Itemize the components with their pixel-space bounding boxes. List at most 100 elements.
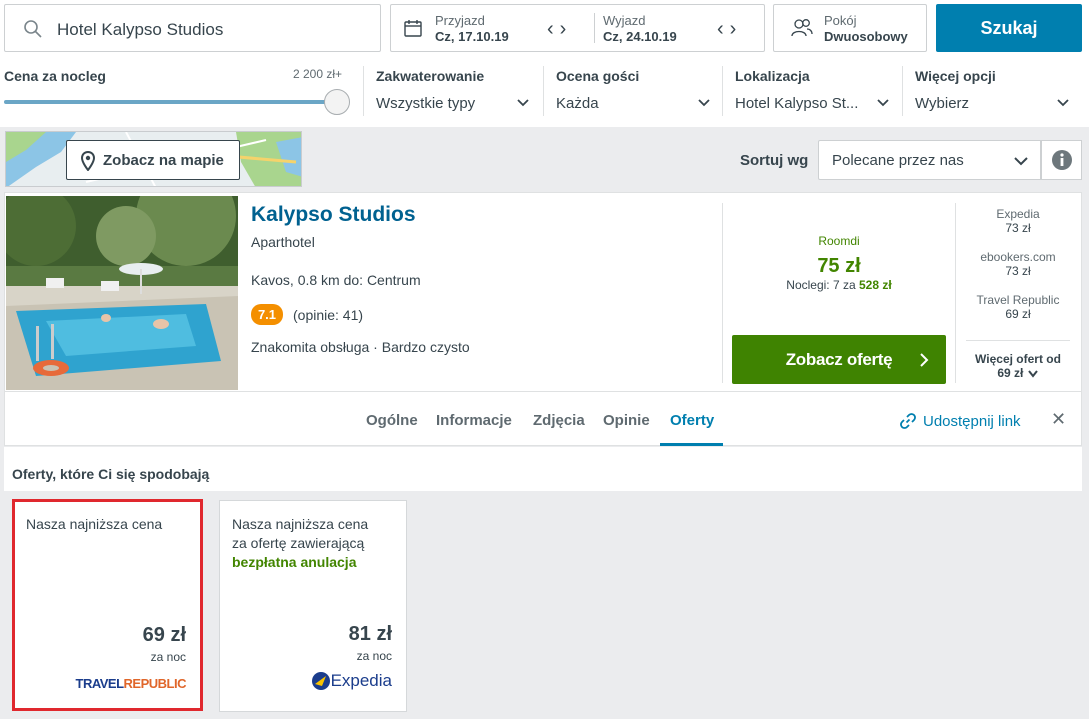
price-slider-handle[interactable] [324, 89, 350, 115]
sort-label: Sortuj wg [740, 152, 809, 169]
map-pin-icon [81, 151, 95, 171]
filter-divider [363, 66, 364, 116]
offer-card-lowest[interactable]: Nasza najniższa cena 69 zł za noc TRAVEL… [12, 499, 203, 711]
checkout-arrows-icon[interactable]: ‹› [717, 18, 742, 41]
room-selector[interactable]: Pokój Dwuosobowy [773, 4, 927, 52]
alt-deal-provider: ebookers.com [980, 250, 1056, 264]
tab-info[interactable]: Informacje [436, 412, 512, 429]
checkin-value: Cz, 17.10.19 [435, 29, 509, 44]
hotel-name[interactable]: Kalypso Studios [251, 203, 416, 227]
room-label: Pokój [824, 13, 857, 28]
checkin-arrows-icon[interactable]: ‹› [547, 18, 572, 41]
share-link[interactable]: Udostępnij link [923, 413, 1021, 430]
more-filter-value[interactable]: Wybierz [915, 95, 969, 112]
chevron-down-icon [1014, 157, 1028, 166]
more-offers-price: 69 zł [997, 366, 1024, 380]
guests-icon [791, 19, 813, 37]
rating-filter-label: Ocena gości [556, 68, 640, 84]
view-deal-label: Zobacz ofertę [785, 350, 893, 369]
sort-value: Polecane przez nas [832, 152, 964, 169]
top-deal-provider: Roomdi [818, 234, 860, 248]
search-query: Hotel Kalypso Studios [57, 20, 224, 39]
card-divider [955, 203, 956, 383]
checkout-label: Wyjazd [603, 13, 646, 28]
calendar-icon [404, 20, 422, 37]
location-filter-label: Lokalizacja [735, 68, 810, 84]
active-tab-indicator [660, 443, 723, 446]
more-filter-label: Więcej opcji [915, 68, 996, 84]
checkout-value: Cz, 24.10.19 [603, 29, 677, 44]
date-picker[interactable]: Przyjazd Cz, 17.10.19 ‹› Wyjazd Cz, 24.1… [390, 4, 765, 52]
offer-per-night: za noc [150, 650, 186, 664]
checkin-label: Przyjazd [435, 13, 485, 28]
alt-deal[interactable]: ebookers.com 73 zł [958, 250, 1078, 278]
stay-total-prefix: Noclegi: 7 za [786, 278, 856, 292]
chevron-right-icon [920, 353, 929, 367]
more-offers-label: Więcej ofert od [975, 352, 1061, 366]
offer-description: Nasza najniższa cena za ofertę zawierają… [232, 515, 402, 572]
tab-offers[interactable]: Oferty [670, 412, 714, 429]
chevron-down-icon [1027, 370, 1038, 378]
offer-price: 69 zł [142, 624, 186, 646]
view-deal-button[interactable]: Zobacz ofertę [732, 335, 946, 384]
offer-desc-line: Nasza najniższa cena [232, 516, 369, 532]
expedia-wordmark: Expedia [330, 671, 392, 690]
hotel-photo-image [6, 196, 238, 390]
offer-description: Nasza najniższa cena [26, 516, 163, 532]
review-count: (opinie: 41) [293, 307, 364, 323]
alt-divider [966, 340, 1070, 341]
tab-overview[interactable]: Ogólne [366, 412, 418, 429]
info-icon [1052, 150, 1072, 170]
offer-price: 81 zł [348, 623, 392, 645]
search-button[interactable]: Szukaj [936, 4, 1082, 52]
expedia-logo: Expedia [311, 671, 392, 691]
rating-badge: 7.1 [251, 304, 283, 325]
hotel-photo[interactable] [6, 196, 238, 390]
alt-deal[interactable]: Expedia 73 zł [958, 207, 1078, 235]
hotel-highlights: Znakomita obsługa · Bardzo czysto [251, 339, 470, 355]
stay-total: Noclegi: 7 za 528 zł [723, 278, 955, 292]
card-divider [722, 203, 723, 383]
tab-reviews[interactable]: Opinie [603, 412, 650, 429]
stay-total-price: 528 zł [859, 278, 892, 292]
offers-heading: Oferty, które Ci się spodobają [12, 466, 210, 482]
location-filter-value[interactable]: Hotel Kalypso St... [735, 95, 858, 112]
link-icon[interactable] [899, 412, 917, 430]
hotel-location: Kavos, 0.8 km do: Centrum [251, 272, 421, 288]
search-input[interactable]: Hotel Kalypso Studios [4, 4, 381, 52]
sort-info-button[interactable] [1041, 140, 1082, 180]
accommodation-filter-label: Zakwaterowanie [376, 68, 485, 84]
alt-deal-price: 73 zł [1005, 264, 1031, 278]
offer-desc-line: za ofertę zawierającą [232, 535, 365, 551]
more-offers-link[interactable]: Więcej ofert od 69 zł [958, 352, 1078, 380]
search-icon [24, 20, 42, 38]
accommodation-filter-value[interactable]: Wszystkie typy [376, 95, 475, 112]
room-value: Dwuosobowy [824, 29, 908, 44]
alt-deal-price: 69 zł [1005, 307, 1031, 321]
filter-divider [722, 66, 723, 116]
chevron-down-icon[interactable] [876, 96, 890, 110]
price-slider-track[interactable] [4, 100, 340, 104]
hotel-type: Aparthotel [251, 234, 315, 250]
offer-card-free-cancel[interactable]: Nasza najniższa cena za ofertę zawierają… [219, 500, 407, 712]
show-on-map-label: Zobacz na mapie [103, 152, 224, 169]
show-on-map-button[interactable]: Zobacz na mapie [66, 140, 240, 180]
price-max: 2 200 zł+ [293, 67, 343, 81]
alt-deal[interactable]: Travel Republic 69 zł [958, 293, 1078, 321]
offers-section-header: Oferty, które Ci się spodobają [4, 447, 1082, 491]
expedia-globe-icon [311, 672, 330, 690]
chevron-down-icon[interactable] [516, 96, 530, 110]
filter-divider [902, 66, 903, 116]
sort-select[interactable]: Polecane przez nas [818, 140, 1041, 180]
alt-deal-provider: Travel Republic [976, 293, 1060, 307]
tab-photos[interactable]: Zdjęcia [533, 412, 585, 429]
more-offers-line: 69 zł [958, 366, 1078, 380]
filter-divider [543, 66, 544, 116]
rating-filter-value[interactable]: Każda [556, 95, 599, 112]
travelrepublic-logo: TRAVELREPUBLIC [75, 676, 187, 691]
date-divider [594, 13, 595, 43]
chevron-down-icon[interactable] [697, 96, 711, 110]
chevron-down-icon[interactable] [1056, 96, 1070, 110]
alt-deal-provider: Expedia [996, 207, 1040, 221]
close-icon[interactable]: ✕ [1051, 409, 1066, 430]
